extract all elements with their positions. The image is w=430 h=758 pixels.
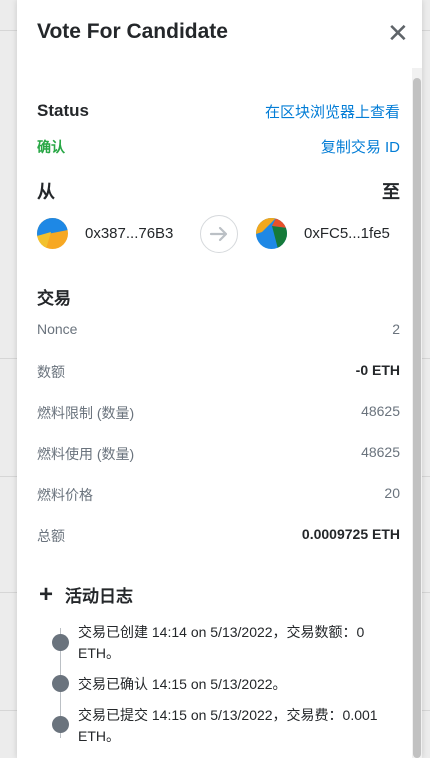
from-avatar	[37, 218, 68, 249]
row-label: 总额	[37, 528, 65, 544]
transaction-section-title: 交易	[37, 289, 71, 308]
amount-row: 数额 -0 ETH	[37, 362, 400, 382]
gas-price-row: 燃料价格 20	[37, 485, 400, 505]
timeline-dot	[52, 675, 69, 692]
row-value: 0.0009725 ETH	[301, 526, 400, 542]
row-label: Nonce	[37, 321, 78, 337]
view-on-explorer-link[interactable]: 在区块浏览器上查看	[265, 101, 400, 122]
timeline-dot	[52, 634, 69, 651]
to-avatar	[256, 218, 287, 249]
status-value: 确认	[37, 139, 65, 155]
gas-limit-row: 燃料限制 (数量) 48625	[37, 403, 400, 423]
activity-log-toggle[interactable]: + 活动日志	[39, 582, 133, 607]
row-value: -0 ETH	[355, 362, 400, 378]
activity-log-title: 活动日志	[65, 587, 134, 606]
transaction-details-modal: Vote For Candidate ✕ Status 在区块浏览器上查看 确认…	[17, 0, 422, 758]
row-label: 燃料价格	[37, 487, 93, 503]
status-label: Status	[37, 101, 89, 120]
plus-icon: +	[39, 580, 54, 608]
row-value: 48625	[361, 403, 400, 419]
total-row: 总额 0.0009725 ETH	[37, 526, 400, 546]
row-label: 燃料限制 (数量)	[37, 405, 135, 421]
modal-title: Vote For Candidate	[37, 20, 228, 43]
row-value: 20	[384, 485, 400, 501]
from-account[interactable]: 0x387...76B3	[37, 218, 173, 249]
row-label: 数额	[37, 364, 65, 380]
to-label: 至	[382, 182, 400, 202]
activity-entry: 交易已确认 14:15 on 5/13/2022。	[78, 676, 287, 692]
row-label: 燃料使用 (数量)	[37, 446, 135, 462]
timeline-dot	[52, 716, 69, 733]
activity-entry: 交易已创建 14:14 on 5/13/2022，交易数额：0 ETH。	[78, 624, 365, 661]
nonce-row: Nonce 2	[37, 321, 400, 337]
from-address: 0x387...76B3	[85, 225, 174, 242]
scrollbar-thumb[interactable]	[413, 78, 421, 758]
arrow-right-icon	[200, 215, 238, 253]
to-address: 0xFC5...1fe5	[304, 225, 390, 242]
scrollbar[interactable]	[412, 68, 422, 758]
row-value: 2	[392, 321, 400, 337]
close-icon[interactable]: ✕	[387, 20, 409, 46]
copy-tx-id-link[interactable]: 复制交易 ID	[321, 136, 400, 157]
row-value: 48625	[361, 444, 400, 460]
to-account[interactable]: 0xFC5...1fe5	[256, 218, 390, 249]
activity-entry: 交易已提交 14:15 on 5/13/2022，交易费：0.001 ETH。	[78, 707, 378, 744]
gas-used-row: 燃料使用 (数量) 48625	[37, 444, 400, 464]
from-label: 从	[37, 182, 55, 202]
